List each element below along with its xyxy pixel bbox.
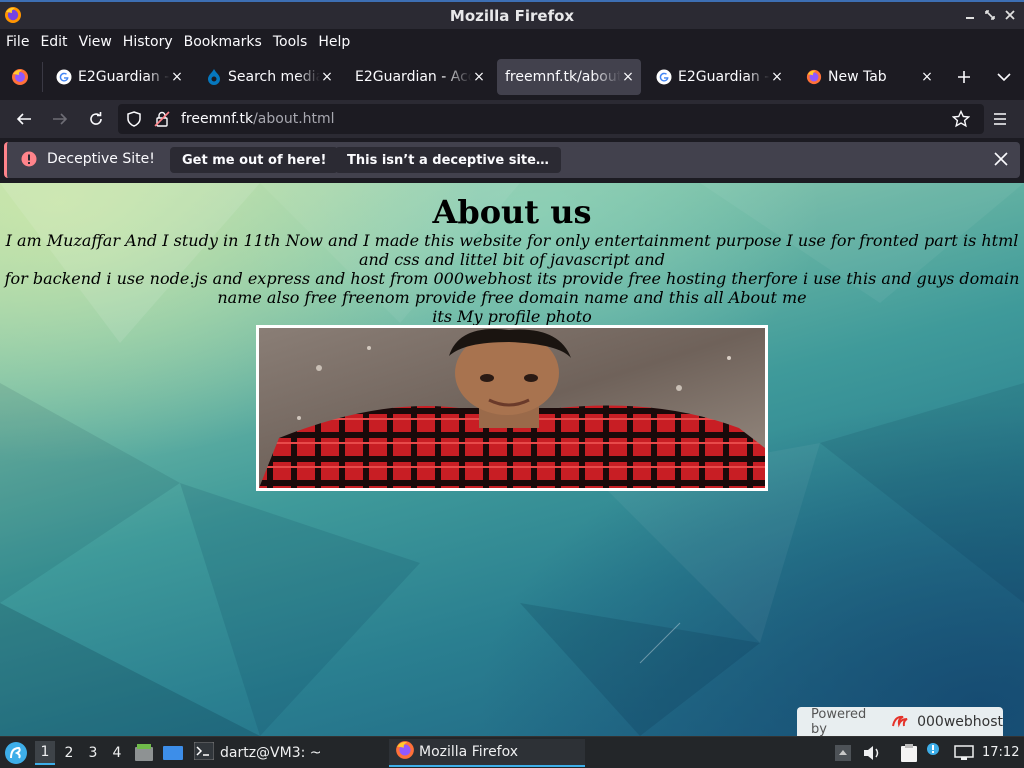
deceptive-site-notification: Deceptive Site! Get me out of here! This… xyxy=(4,142,1020,178)
firefox-task-label: Mozilla Firefox xyxy=(419,744,519,760)
list-all-tabs-button[interactable] xyxy=(992,65,1016,89)
notifications-icon[interactable] xyxy=(926,742,940,760)
close-tab-icon[interactable]: × xyxy=(170,69,184,85)
tab-search-media[interactable]: Search media × xyxy=(196,59,340,95)
tab-label: freemnf.tk/about.html xyxy=(505,69,621,85)
taskbar-terminal[interactable]: dartz@VM3: ~ xyxy=(192,739,372,767)
bookmark-star-icon[interactable] xyxy=(951,109,971,132)
close-window-button[interactable] xyxy=(1002,7,1018,23)
maximize-button[interactable] xyxy=(982,7,998,23)
tab-label: E2Guardian - Access Denied xyxy=(678,69,770,85)
about-paragraph-2: for backend i use node.js and express an… xyxy=(4,269,1020,307)
volume-icon[interactable] xyxy=(862,744,882,766)
forward-button[interactable] xyxy=(48,107,72,131)
show-desktop-icon[interactable] xyxy=(162,743,184,767)
powered-by-label: Powered by xyxy=(811,706,867,737)
url-domain: freemnf.tk xyxy=(181,111,254,127)
app-menu-button[interactable] xyxy=(988,107,1012,131)
terminal-icon xyxy=(193,741,215,764)
google-icon xyxy=(56,69,72,85)
tab-label: Search media xyxy=(228,69,320,85)
profile-photo xyxy=(256,325,768,491)
close-notification-icon[interactable] xyxy=(994,152,1008,170)
powered-by-000webhost-badge[interactable]: Powered by 000webhost xyxy=(797,706,1003,737)
close-tab-icon[interactable]: × xyxy=(472,69,486,85)
tab-separator xyxy=(42,62,43,92)
menu-history[interactable]: History xyxy=(123,34,173,50)
firefox-icon xyxy=(4,6,22,24)
about-paragraph-3: its My profile photo xyxy=(432,307,592,326)
tracking-protection-shield-icon[interactable] xyxy=(126,111,142,131)
tab-label: New Tab xyxy=(828,69,887,85)
system-tray-expand-icon[interactable] xyxy=(834,744,852,766)
application-launcher-icon[interactable] xyxy=(4,741,28,768)
terminal-task-label: dartz@VM3: ~ xyxy=(220,745,322,761)
menu-bar: File Edit View History Bookmarks Tools H… xyxy=(0,29,1024,54)
tab-label: E2Guardian - Access Denied xyxy=(355,69,472,85)
menu-help[interactable]: Help xyxy=(318,34,350,50)
warning-icon xyxy=(21,151,37,171)
firefox-icon xyxy=(806,69,822,85)
clipboard-icon[interactable] xyxy=(900,743,918,767)
url-path: /about.html xyxy=(253,111,335,127)
tab-strip: E2Guardian - Access Denied × Search medi… xyxy=(0,54,1024,100)
get-me-out-button[interactable]: Get me out of here! xyxy=(170,147,339,173)
close-tab-icon[interactable]: × xyxy=(320,69,334,85)
workspace-4[interactable]: 4 xyxy=(107,741,127,765)
window-title: Mozilla Firefox xyxy=(449,6,575,25)
window-titlebar: Mozilla Firefox xyxy=(0,0,1024,29)
taskbar: 1 2 3 4 dartz@VM3: ~ Mozilla Firefox 17:… xyxy=(0,736,1024,768)
firefox-view-button[interactable] xyxy=(8,65,32,89)
workspace-2[interactable]: 2 xyxy=(59,741,79,765)
powered-by-brand: 000webhost xyxy=(917,713,1003,730)
close-tab-icon[interactable]: × xyxy=(621,69,635,85)
menu-file[interactable]: File xyxy=(6,34,29,50)
taskbar-firefox[interactable]: Mozilla Firefox xyxy=(389,739,585,767)
page-title: About us xyxy=(432,193,592,231)
minimize-button[interactable] xyxy=(962,7,978,23)
firefox-icon xyxy=(395,740,415,764)
menu-view[interactable]: View xyxy=(79,34,112,50)
new-tab-button[interactable] xyxy=(952,65,976,89)
tab-freemnf-about[interactable]: freemnf.tk/about.html × xyxy=(497,59,641,95)
close-tab-icon[interactable]: × xyxy=(770,69,784,85)
navigation-toolbar: freemnf.tk/about.html xyxy=(0,100,1024,138)
not-deceptive-button[interactable]: This isn’t a deceptive site… xyxy=(335,147,561,173)
clock[interactable]: 17:12 xyxy=(982,745,1019,760)
drupal-icon xyxy=(206,69,222,85)
network-icon[interactable] xyxy=(954,744,974,766)
workspace-1[interactable]: 1 xyxy=(35,741,55,765)
url-text[interactable]: freemnf.tk/about.html xyxy=(181,111,335,127)
menu-edit[interactable]: Edit xyxy=(40,34,67,50)
000webhost-logo-icon xyxy=(891,714,913,732)
tab-e2guardian-1[interactable]: E2Guardian - Access Denied × xyxy=(46,59,190,95)
workspace-3[interactable]: 3 xyxy=(83,741,103,765)
tab-e2guardian-3[interactable]: E2Guardian - Access Denied × xyxy=(646,59,790,95)
url-bar[interactable]: freemnf.tk/about.html xyxy=(118,104,984,134)
google-icon xyxy=(656,69,672,85)
tab-e2guardian-2[interactable]: E2Guardian - Access Denied × xyxy=(346,59,492,95)
notification-message: Deceptive Site! xyxy=(47,151,155,167)
about-paragraph-1: I am Muzaffar And I study in 11th Now an… xyxy=(5,231,1019,269)
file-manager-icon[interactable] xyxy=(134,743,154,767)
close-tab-icon[interactable]: × xyxy=(920,69,934,85)
menu-bookmarks[interactable]: Bookmarks xyxy=(184,34,262,50)
web-page-content: About us I am Muzaffar And I study in 11… xyxy=(0,183,1024,736)
insecure-lock-icon[interactable] xyxy=(154,111,170,131)
tab-new-tab[interactable]: New Tab × xyxy=(796,59,940,95)
back-button[interactable] xyxy=(12,107,36,131)
menu-tools[interactable]: Tools xyxy=(273,34,308,50)
reload-button[interactable] xyxy=(84,107,108,131)
tab-label: E2Guardian - Access Denied xyxy=(78,69,170,85)
